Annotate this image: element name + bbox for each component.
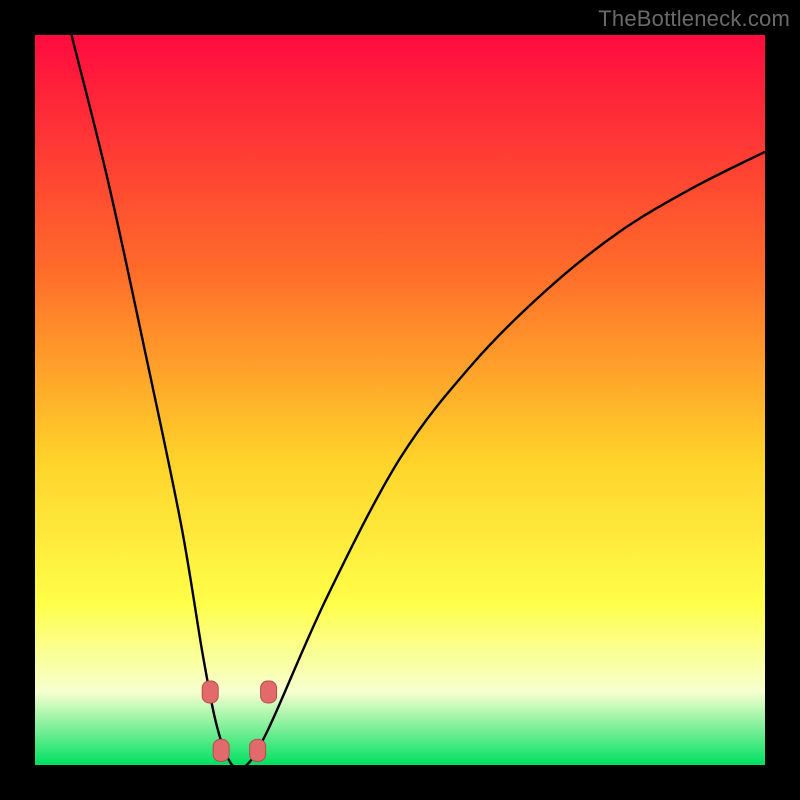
curve-marker xyxy=(202,681,218,703)
chart-frame: { "watermark": "TheBottleneck.com", "col… xyxy=(0,0,800,800)
curve-marker xyxy=(261,681,277,703)
bottleneck-chart xyxy=(0,0,800,800)
gradient-background xyxy=(35,35,765,765)
curve-marker xyxy=(213,739,229,761)
curve-marker xyxy=(250,739,266,761)
watermark-text: TheBottleneck.com xyxy=(598,6,790,32)
